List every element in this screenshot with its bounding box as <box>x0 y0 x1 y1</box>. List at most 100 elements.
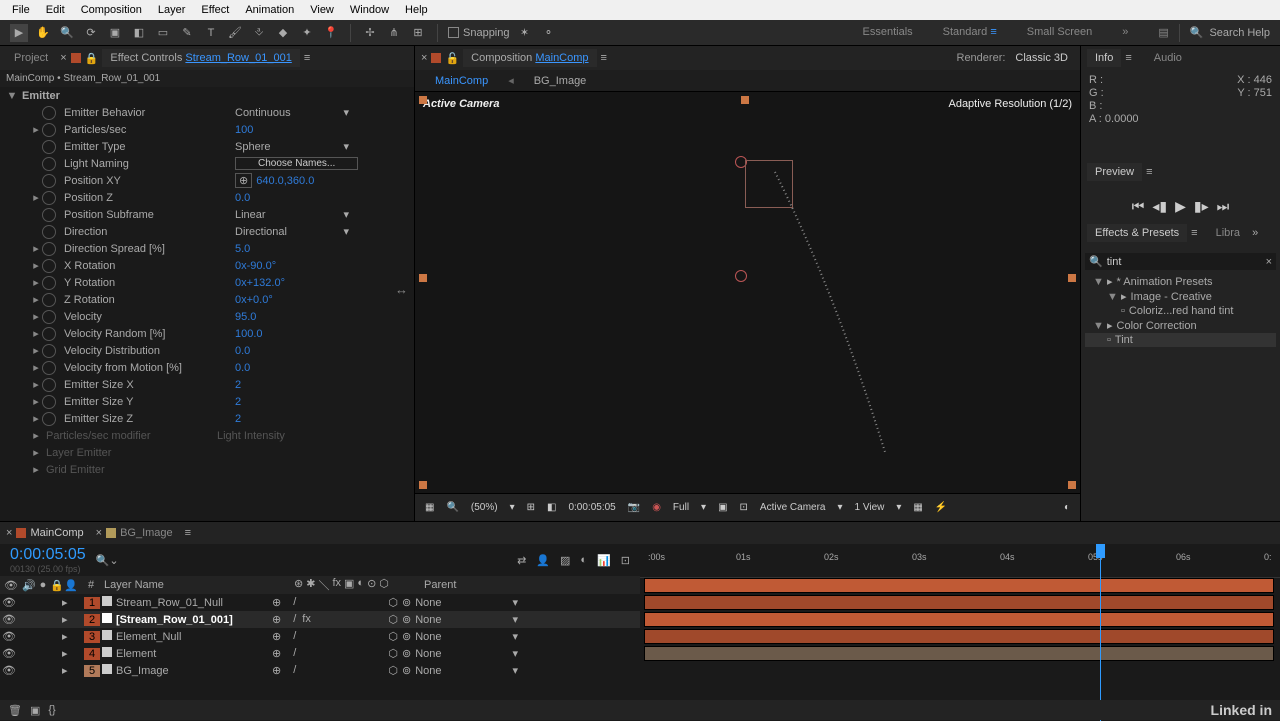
panel-menu-icon[interactable]: ≡ <box>304 52 310 64</box>
first-frame-icon[interactable]: ⏮ <box>1132 198 1145 215</box>
twirl-icon[interactable]: ▼ <box>1093 320 1103 332</box>
prop-emitter-type[interactable]: Emitter TypeSphere▾ <box>0 138 414 155</box>
dropdown[interactable]: Sphere▾ <box>235 140 355 153</box>
prop-velocity[interactable]: ▸Velocity95.0 <box>0 308 414 325</box>
panel-menu-icon[interactable]: ≡ <box>1191 227 1197 239</box>
alpha-icon[interactable]: ▦ <box>425 502 434 513</box>
layer-row[interactable]: 👁 ▸ 2 [Stream_Row_01_001] ⊕ / fx ⬡ ⊚ Non… <box>0 611 640 628</box>
camera-dd[interactable]: Active Camera <box>760 502 826 513</box>
layer-link[interactable]: Stream_Row_01_001 <box>185 52 291 64</box>
value[interactable]: 0.0 <box>235 345 250 357</box>
value[interactable]: 100.0 <box>235 328 263 340</box>
workspace-overflow-icon[interactable]: » <box>1122 26 1128 39</box>
effects-search-input[interactable] <box>1107 256 1262 268</box>
switch[interactable]: ⊕ <box>272 647 281 660</box>
search-help[interactable]: Search Help <box>1209 27 1270 39</box>
eye-icon[interactable]: 👁 <box>2 596 16 609</box>
magnify-icon[interactable]: 🔍 <box>446 502 458 513</box>
tl-draft3d-icon[interactable]: ⊡ <box>621 554 630 567</box>
chevron-down-icon[interactable]: ▾ <box>701 502 706 513</box>
prop-x-rotation[interactable]: ▸X Rotation0x-90.0° <box>0 257 414 274</box>
dropdown[interactable]: Continuous▾ <box>235 106 355 119</box>
stopwatch-icon[interactable] <box>42 208 56 222</box>
current-time-indicator[interactable] <box>1100 544 1101 721</box>
tl-graph-icon[interactable]: 📊 <box>597 554 611 567</box>
prop-position-subframe[interactable]: Position SubframeLinear▾ <box>0 206 414 223</box>
menu-composition[interactable]: Composition <box>73 2 150 18</box>
stopwatch-icon[interactable] <box>42 378 56 392</box>
value[interactable]: 2 <box>235 396 241 408</box>
prop-light-naming[interactable]: Light NamingChoose Names... <box>0 155 414 172</box>
switch[interactable]: / <box>293 613 296 626</box>
twirl-icon[interactable]: ▸ <box>62 614 68 626</box>
menu-edit[interactable]: Edit <box>38 2 73 18</box>
comp-mini-icon[interactable]: ▣ <box>30 704 40 717</box>
stopwatch-icon[interactable] <box>42 123 56 137</box>
layer-bar[interactable] <box>644 595 1274 610</box>
layer-name-text[interactable]: Element_Null <box>116 631 181 643</box>
stopwatch-icon[interactable] <box>42 191 56 205</box>
layer-bar[interactable] <box>644 629 1274 644</box>
chevron-down-icon[interactable]: ▾ <box>896 502 901 513</box>
layer-bar[interactable] <box>644 646 1274 661</box>
pan-behind-tool-icon[interactable]: ◧ <box>130 24 148 42</box>
stopwatch-icon[interactable] <box>42 242 56 256</box>
switch[interactable]: / <box>293 630 296 643</box>
layer-name-text[interactable]: BG_Image <box>116 665 169 677</box>
close-icon[interactable]: × <box>96 527 102 539</box>
transparency-icon[interactable]: ▣ <box>718 502 727 513</box>
chevron-down-icon[interactable]: ▾ <box>838 502 843 513</box>
snapshot-icon[interactable]: 📷 <box>628 502 640 513</box>
selection-tool-icon[interactable]: ▶ <box>10 24 28 42</box>
menu-view[interactable]: View <box>302 2 342 18</box>
3d-switch[interactable]: ⬡ <box>388 647 398 660</box>
prop-emitter-size-x[interactable]: ▸Emitter Size X2 <box>0 376 414 393</box>
prop-emitter-size-z[interactable]: ▸Emitter Size Z2 <box>0 410 414 427</box>
timeline-tab-bg_image[interactable]: ×BG_Image <box>96 527 173 539</box>
next-frame-icon[interactable]: ▮▸ <box>1194 198 1209 215</box>
solo-column-icon[interactable]: ● <box>40 579 47 592</box>
twirl-icon[interactable]: ▸ <box>62 648 68 660</box>
effects-tree-item[interactable]: ▫Tint <box>1085 333 1276 347</box>
pickwhip-icon[interactable]: ⊚ <box>402 630 411 643</box>
stopwatch-icon[interactable] <box>42 174 56 188</box>
effects-tree-item[interactable]: ▼▸Image - Creative <box>1085 289 1276 304</box>
orbit-tool-icon[interactable]: ⟳ <box>82 24 100 42</box>
timeline-timecode[interactable]: 0:00:05:05 <box>10 546 86 564</box>
3d-switch[interactable]: ⬡ <box>388 596 398 609</box>
snap-opt-icon[interactable]: ✶ <box>516 24 534 42</box>
zoom-level[interactable]: (50%) <box>471 502 498 513</box>
layer-name-text[interactable]: Stream_Row_01_Null <box>116 597 223 609</box>
effects-tree-item[interactable]: ▫Coloriz...red hand tint <box>1085 304 1276 318</box>
close-icon[interactable]: × <box>6 527 12 539</box>
prop-emitter-behavior[interactable]: Emitter BehaviorContinuous▾ <box>0 104 414 121</box>
tl-shy-icon[interactable]: 👤 <box>536 554 550 567</box>
pixel-aspect-icon[interactable]: ▦ <box>913 502 922 513</box>
switch[interactable]: / <box>293 664 296 677</box>
panel-menu-icon[interactable]: ≡ <box>601 52 607 64</box>
audio-column-icon[interactable]: 🔊 <box>22 579 36 592</box>
tl-frameblend-icon[interactable]: ▨ <box>560 554 570 567</box>
prop-direction[interactable]: DirectionDirectional▾ <box>0 223 414 240</box>
timeline-tab-maincomp[interactable]: ×MainComp <box>6 527 84 539</box>
tab-close-icon[interactable]: × <box>60 52 66 64</box>
timecode[interactable]: 0:00:05:05 <box>568 502 615 513</box>
switch[interactable]: ⊕ <box>272 596 281 609</box>
stopwatch-icon[interactable] <box>42 140 56 154</box>
dropdown[interactable]: Linear▾ <box>235 208 355 221</box>
type-tool-icon[interactable]: T <box>202 24 220 42</box>
mask-icon[interactable]: ◧ <box>547 502 556 513</box>
chevron-down-icon[interactable]: ▾ <box>512 647 518 660</box>
value[interactable]: 0.0 <box>235 192 250 204</box>
flowchart-bgimage[interactable]: BG_Image <box>534 75 587 87</box>
hand-tool-icon[interactable]: ✋ <box>34 24 52 42</box>
prop-position-xy[interactable]: Position XY⊕640.0,360.0 <box>0 172 414 189</box>
pickwhip-icon[interactable]: ⊚ <box>402 647 411 660</box>
twirl-icon[interactable]: ▸ <box>62 597 68 609</box>
rect-tool-icon[interactable]: ▭ <box>154 24 172 42</box>
workspace-menu-icon[interactable]: ▤ <box>1158 26 1168 39</box>
tl-motionblur-icon[interactable]: ◐ <box>580 554 587 566</box>
stopwatch-icon[interactable] <box>42 225 56 239</box>
3d-switch[interactable]: ⬡ <box>388 630 398 643</box>
value[interactable]: 2 <box>235 413 241 425</box>
